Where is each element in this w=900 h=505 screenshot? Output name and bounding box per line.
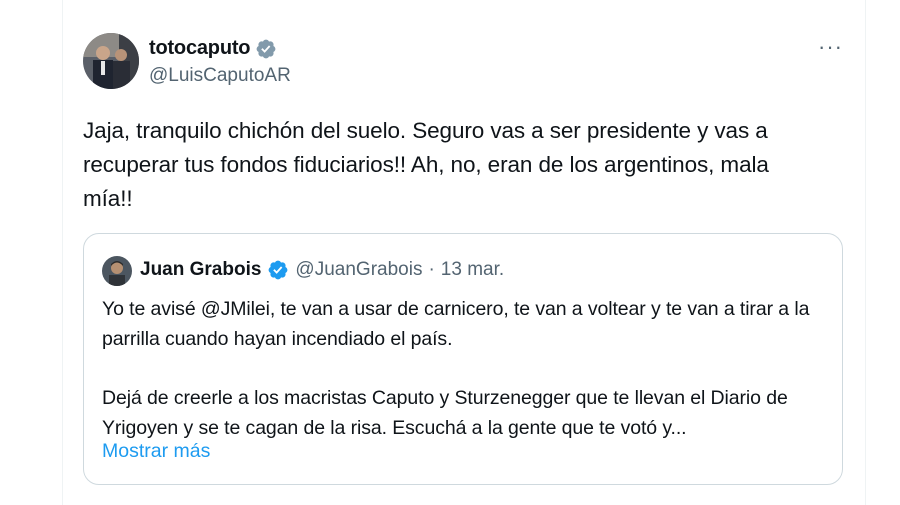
quoted-tweet[interactable]: Juan Grabois @JuanGrabois · 13 mar. Yo t… [83, 233, 843, 485]
quoted-date[interactable]: 13 mar. [441, 259, 504, 281]
author-avatar[interactable] [83, 33, 139, 89]
quoted-author-avatar[interactable] [102, 256, 132, 286]
verified-badge-icon [256, 39, 276, 58]
quoted-text: Yo te avisé @JMilei, te van a usar de ca… [102, 294, 832, 472]
author-name[interactable]: totocaputo [149, 37, 277, 60]
author-name-text: totocaputo [149, 37, 251, 59]
tweet-text: Jaja, tranquilo chichón del suelo. Segur… [83, 118, 769, 211]
quoted-paragraph-1: Yo te avisé @JMilei, te van a usar de ca… [102, 298, 810, 350]
quoted-author-name[interactable]: Juan Grabois [140, 259, 261, 281]
quoted-author-handle[interactable]: @JuanGrabois [295, 259, 422, 281]
quoted-avatar-photo [102, 256, 132, 286]
tweet-card: totocaputo @LuisCaputoAR ··· Jaja, tranq… [62, 0, 866, 505]
quoted-paragraph-2: Dejá de creerle a los macristas Caputo y… [102, 387, 788, 439]
author-handle[interactable]: @LuisCaputoAR [149, 65, 291, 87]
avatar-photo [83, 33, 139, 89]
quoted-header: Juan Grabois @JuanGrabois · 13 mar. [140, 259, 504, 281]
quoted-separator: · [428, 259, 435, 280]
quoted-verified-badge-icon [269, 260, 288, 280]
show-more-link[interactable]: Mostrar más [102, 440, 210, 463]
more-options-icon[interactable]: ··· [818, 36, 843, 58]
